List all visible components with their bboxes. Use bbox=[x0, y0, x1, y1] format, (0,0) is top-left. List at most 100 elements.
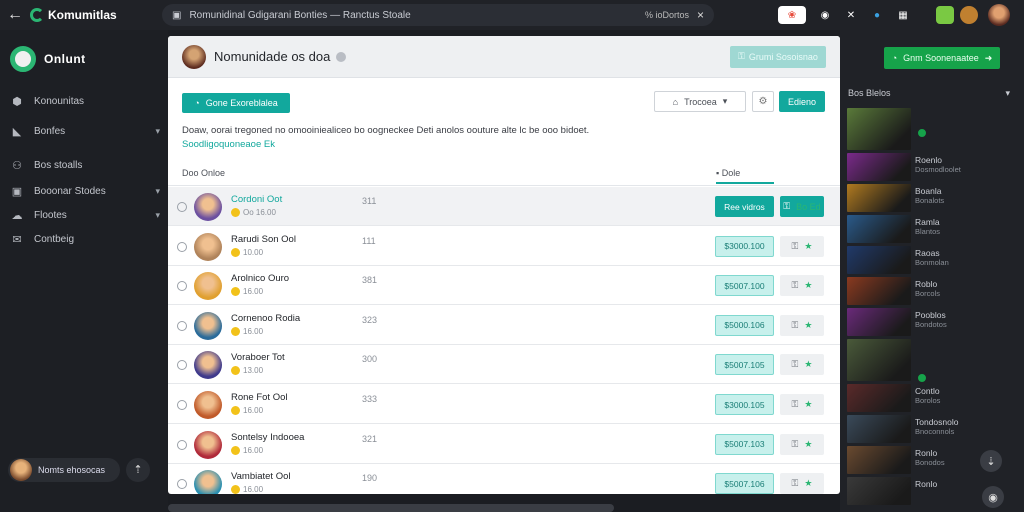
row-radio[interactable] bbox=[177, 241, 187, 252]
search-button[interactable]: Edieno bbox=[779, 91, 825, 112]
table-row[interactable]: Arolnico Ouro 16.00 381 $5007.100 ⚿ ★ bbox=[168, 266, 840, 306]
game-thumbnail[interactable] bbox=[847, 215, 911, 243]
game-label[interactable]: Ronlo bbox=[915, 479, 937, 489]
price-button[interactable]: $5007.106 bbox=[715, 473, 774, 494]
group-title: Nomunidade os doa bbox=[214, 49, 331, 64]
game-label[interactable]: Roblo Borcols bbox=[915, 279, 940, 299]
tab-sort-price[interactable]: ▪ Dole bbox=[716, 168, 774, 184]
member-name[interactable]: Cordoni Oot bbox=[231, 194, 282, 205]
extension-icon[interactable]: ❀ bbox=[778, 6, 806, 24]
game-thumbnail[interactable] bbox=[847, 184, 911, 212]
game-thumbnail[interactable] bbox=[847, 477, 911, 505]
right-panel-header[interactable]: Bos Blelos ▾ bbox=[848, 88, 1016, 98]
row-actions[interactable]: ⚿ ★ bbox=[780, 394, 824, 415]
profile-small-icon[interactable] bbox=[960, 6, 978, 24]
member-count: 111 bbox=[362, 235, 376, 246]
game-label[interactable]: Pooblos Bondotos bbox=[915, 310, 947, 330]
price-button[interactable]: $5007.103 bbox=[715, 433, 774, 455]
table-row[interactable]: Rarudi Son Ool 10.00 111 $3000.100 ⚿ ★ bbox=[168, 227, 840, 266]
game-thumbnail[interactable] bbox=[847, 308, 911, 336]
settings-icon[interactable]: ⚙ bbox=[752, 91, 774, 112]
game-thumbnail[interactable] bbox=[847, 277, 911, 305]
row-radio[interactable] bbox=[177, 202, 187, 212]
game-label[interactable]: Contlo Borolos bbox=[915, 386, 940, 406]
coin-icon bbox=[231, 366, 240, 376]
primary-action-button[interactable]: ◔ Gnm Soonenaatee ➜ bbox=[884, 47, 1000, 69]
row-actions[interactable]: ⚿ ★ bbox=[780, 433, 824, 455]
game-label[interactable]: Ronlo Bonodos bbox=[915, 448, 945, 468]
user-chip[interactable]: Nomts ehosocas bbox=[8, 458, 120, 482]
member-name[interactable]: Rone Fot Ool bbox=[231, 392, 288, 403]
sort-select[interactable]: ⌂ Trocoea ▾ bbox=[654, 91, 746, 112]
game-label[interactable]: Boanla Bonalots bbox=[915, 186, 944, 206]
row-actions[interactable]: ⚿ ★ bbox=[780, 473, 824, 494]
sidebar-item-flootes[interactable]: ☁ Flootes ▾ bbox=[10, 206, 161, 224]
game-label[interactable]: Raoas Bonmolan bbox=[915, 248, 949, 268]
row-actions[interactable]: ⚿ Bo Ed bbox=[780, 196, 824, 217]
table-row[interactable]: Cordoni Oot Oo 16.00 311 Ree vidros ⚿ Bo … bbox=[168, 187, 840, 226]
close-tab-icon[interactable]: × bbox=[697, 8, 704, 22]
member-name[interactable]: Cornenoo Rodia bbox=[231, 313, 300, 324]
row-radio[interactable] bbox=[177, 439, 187, 450]
sidebar-item-stodes[interactable]: ▣ Booonar Stodes ▾ bbox=[10, 182, 160, 200]
brand[interactable]: Komumitlas bbox=[30, 8, 160, 22]
header-action-button[interactable]: ⚿ Grumi Sosoisnao bbox=[730, 45, 826, 68]
table-row[interactable]: Voraboer Tot 13.00 300 $5007.105 ⚿ ★ bbox=[168, 345, 840, 385]
sidebar-brand[interactable]: Onlunt bbox=[0, 30, 168, 88]
price-button[interactable]: $3000.105 bbox=[715, 394, 774, 415]
shield-icon[interactable]: ◉ bbox=[816, 6, 834, 24]
game-thumbnail[interactable] bbox=[847, 108, 911, 150]
price-button[interactable]: $5000.106 bbox=[715, 314, 774, 336]
game-thumbnail[interactable] bbox=[847, 384, 911, 412]
table-row[interactable]: Vambiatet Ool 16.00 190 $5007.106 ⚿ ★ bbox=[168, 464, 840, 494]
sidebar-item-bonfes[interactable]: ◣ Bonfes ▾ bbox=[10, 122, 160, 140]
horizontal-scrollbar[interactable] bbox=[168, 504, 614, 512]
sidebar-item-contbeig[interactable]: ✉ Contbeig bbox=[10, 230, 160, 248]
lock-icon: ▣ bbox=[172, 9, 182, 21]
game-thumbnail[interactable] bbox=[847, 446, 911, 474]
member-name[interactable]: Voraboer Tot bbox=[231, 352, 285, 363]
table-row[interactable]: Rone Fot Ool 16.00 333 $3000.105 ⚿ ★ bbox=[168, 385, 840, 424]
game-thumbnail[interactable] bbox=[847, 246, 911, 274]
game-label[interactable]: Tondosnolo Bnoconnols bbox=[915, 417, 958, 437]
game-thumbnail[interactable] bbox=[847, 415, 911, 443]
row-actions[interactable]: ⚿ ★ bbox=[780, 275, 824, 297]
user-avatar[interactable] bbox=[988, 4, 1010, 26]
game-label[interactable]: Ramla Blantos bbox=[915, 217, 940, 237]
row-actions[interactable]: ⚿ ★ bbox=[780, 354, 824, 376]
row-radio[interactable] bbox=[177, 320, 187, 331]
puzzle-icon[interactable] bbox=[936, 6, 954, 24]
table-row[interactable]: Sontelsy Indooea 16.00 321 $5007.103 ⚿ ★ bbox=[168, 425, 840, 464]
row-radio[interactable] bbox=[177, 281, 187, 292]
member-name[interactable]: Vambiatet Ool bbox=[231, 471, 291, 482]
price-button[interactable]: $5007.105 bbox=[715, 354, 774, 376]
row-radio[interactable] bbox=[177, 479, 187, 490]
sidebar-item-communities[interactable]: ⬢ Konounitas bbox=[10, 92, 160, 110]
join-button[interactable]: ◔ Gone Exoreblalea bbox=[182, 93, 290, 113]
back-arrow-icon[interactable]: ← bbox=[0, 6, 30, 24]
price-button[interactable]: Ree vidros bbox=[715, 196, 774, 217]
price-button[interactable]: $5007.100 bbox=[715, 275, 774, 297]
game-thumbnail[interactable] bbox=[847, 153, 911, 181]
upload-icon[interactable]: ⇡ bbox=[126, 458, 150, 482]
description-link[interactable]: Soodligoquoneaoe Ek bbox=[182, 139, 275, 150]
game-thumbnail[interactable] bbox=[847, 339, 911, 381]
member-name[interactable]: Arolnico Ouro bbox=[231, 273, 289, 284]
game-label[interactable]: Roenlo Dosmodloolet bbox=[915, 155, 961, 175]
info-icon[interactable]: ● bbox=[868, 6, 886, 24]
row-radio[interactable] bbox=[177, 360, 187, 371]
table-row[interactable]: Cornenoo Rodia 16.00 323 $5000.106 ⚿ ★ bbox=[168, 306, 840, 345]
sidebar-item-stoalls[interactable]: ⚇ Bos stoalls bbox=[10, 156, 160, 174]
price-button[interactable]: $3000.100 bbox=[715, 235, 774, 257]
address-bar[interactable]: ▣ Romunidinal Gdigarani Bonties — Ranctu… bbox=[162, 4, 714, 26]
member-name[interactable]: Sontelsy Indooea bbox=[231, 432, 304, 443]
cross-tool-icon[interactable]: ✕ bbox=[842, 6, 860, 24]
refresh-icon[interactable]: ◉ bbox=[982, 486, 1004, 508]
row-actions[interactable]: ⚿ ★ bbox=[780, 235, 824, 257]
row-actions[interactable]: ⚿ ★ bbox=[780, 314, 824, 336]
member-name[interactable]: Rarudi Son Ool bbox=[231, 234, 296, 245]
grid-icon[interactable]: ▦ bbox=[894, 6, 912, 24]
member-count: 190 bbox=[362, 473, 378, 484]
scroll-up-icon[interactable]: ⇣ bbox=[980, 450, 1002, 472]
row-radio[interactable] bbox=[177, 400, 187, 410]
